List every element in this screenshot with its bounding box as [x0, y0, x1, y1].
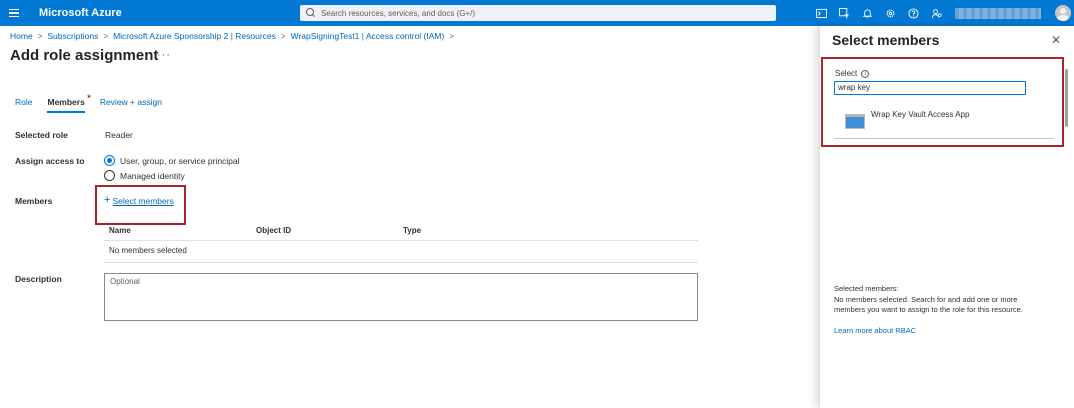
radio-button[interactable]: [104, 170, 115, 181]
divider: [104, 262, 698, 263]
global-search-input[interactable]: Search resources, services, and docs (G+…: [300, 5, 776, 21]
chevron-right-icon: >: [280, 31, 286, 41]
selected-role-label: Selected role: [15, 130, 68, 140]
highlight-box-search: [821, 57, 1064, 147]
breadcrumb-access-control[interactable]: WrapSigningTest1 | Access control (IAM): [291, 31, 445, 41]
learn-more-rbac-link[interactable]: Learn more about RBAC: [834, 326, 916, 335]
selected-role-value: Reader: [105, 130, 133, 140]
breadcrumb-subscriptions[interactable]: Subscriptions: [47, 31, 98, 41]
top-icons: [810, 0, 948, 26]
selected-members-text: No members selected. Search for and add …: [834, 294, 1023, 315]
tab-members[interactable]: Members *: [47, 93, 91, 113]
assign-access-label: Assign access to: [15, 156, 85, 166]
wizard-tabs: Role Members * Review + assign: [15, 93, 177, 113]
cloud-shell-icon[interactable]: [810, 0, 833, 26]
description-textarea[interactable]: Optional: [104, 273, 698, 321]
breadcrumb-home[interactable]: Home: [10, 31, 33, 41]
members-label: Members: [15, 196, 53, 206]
help-icon[interactable]: [902, 0, 925, 26]
settings-icon[interactable]: [879, 0, 902, 26]
directory-filter-icon[interactable]: [833, 0, 856, 26]
table-header-object-id: Object ID: [256, 226, 292, 235]
description-placeholder: Optional: [110, 277, 140, 286]
brand-name[interactable]: Microsoft Azure: [39, 7, 122, 19]
search-icon: [306, 8, 316, 18]
radio-option-managed-identity-label: Managed identity: [120, 170, 185, 181]
table-header-name: Name: [109, 226, 131, 235]
notifications-icon[interactable]: [856, 0, 879, 26]
breadcrumb-subscription-resources[interactable]: Microsoft Azure Sponsorship 2 | Resource…: [113, 31, 276, 41]
close-icon[interactable]: ✕: [1051, 33, 1061, 47]
selected-members-section: Selected members: No members selected. S…: [834, 284, 1044, 316]
page-title: Add role assignment: [10, 47, 159, 64]
radio-option-user-group-label: User, group, or service principal: [120, 155, 240, 166]
tab-review-assign-label: Review + assign: [99, 97, 162, 107]
tab-role-label: Role: [15, 97, 33, 107]
account-name-blurred[interactable]: [955, 8, 1041, 19]
avatar[interactable]: [1055, 5, 1071, 21]
breadcrumb: Home > Subscriptions > Microsoft Azure S…: [10, 31, 459, 41]
search-placeholder: Search resources, services, and docs (G+…: [321, 8, 476, 18]
panel-title: Select members: [832, 32, 940, 48]
tab-members-label: Members: [47, 97, 85, 107]
divider: [104, 240, 698, 241]
radio-option-managed-identity[interactable]: Managed identity: [104, 170, 185, 181]
required-indicator: *: [87, 93, 91, 103]
tab-review-assign[interactable]: Review + assign: [100, 97, 162, 113]
top-bar: Microsoft Azure Search resources, servic…: [0, 0, 1074, 26]
radio-button-checked[interactable]: [104, 155, 115, 166]
radio-option-user-group[interactable]: User, group, or service principal: [104, 155, 240, 166]
selected-members-heading: Selected members:: [834, 284, 899, 293]
chevron-right-icon: >: [103, 31, 109, 41]
tab-role[interactable]: Role: [15, 97, 32, 113]
more-options-icon[interactable]: ···: [157, 49, 171, 61]
feedback-icon[interactable]: [925, 0, 948, 26]
chevron-right-icon: >: [37, 31, 43, 41]
select-members-panel: Select members ✕ Select i wrap key Wrap …: [819, 26, 1074, 408]
no-members-text: No members selected: [109, 246, 187, 255]
chevron-right-icon: >: [449, 31, 454, 41]
scrollbar[interactable]: [1065, 69, 1068, 127]
table-header-type: Type: [403, 226, 422, 235]
hamburger-menu-icon[interactable]: [1, 0, 27, 26]
highlight-box-select-members: [95, 185, 186, 225]
description-label: Description: [15, 274, 62, 284]
